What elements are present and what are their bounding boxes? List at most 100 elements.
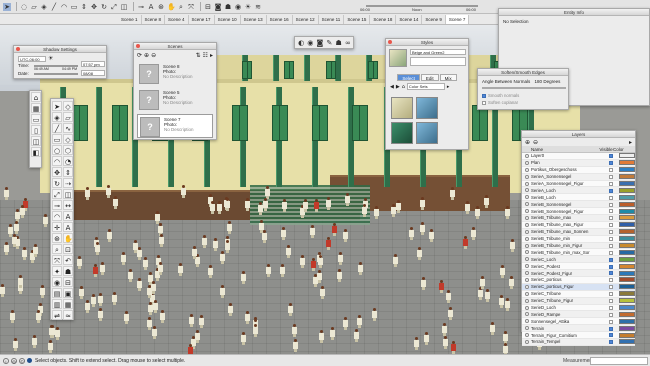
active-layer-radio[interactable] — [525, 236, 529, 241]
checkbox[interactable] — [609, 223, 613, 228]
section-fill-icon[interactable]: ◐ — [298, 39, 304, 47]
zoom-extents-icon[interactable]: ⤧ — [52, 255, 62, 265]
sun-time-slider[interactable]: 06:00 Noon 06:00 — [356, 2, 484, 12]
section-plane-icon[interactable]: ⊟ — [63, 277, 73, 287]
toggle-shadows-icon[interactable]: ☀ — [48, 55, 53, 62]
follow-me-icon[interactable]: ⇢ — [63, 178, 73, 188]
layer-visible-checkbox[interactable] — [605, 202, 619, 207]
details-icon[interactable]: ▸ — [210, 52, 213, 59]
walk-icon[interactable]: ☗ — [224, 3, 232, 11]
layer-color-swatch[interactable] — [619, 318, 635, 324]
layer-visible-checkbox[interactable] — [605, 277, 619, 283]
layer-visible-checkbox[interactable] — [605, 215, 619, 221]
tape-icon[interactable]: ⊸ — [52, 200, 62, 210]
layer-visible-checkbox[interactable] — [605, 319, 619, 324]
previous-view-icon[interactable]: ↶ — [63, 255, 73, 265]
scale-icon[interactable]: ⤢ — [52, 189, 62, 199]
rectangle-icon[interactable]: ▭ — [52, 134, 62, 144]
text-icon[interactable]: A — [147, 3, 155, 11]
rotate-icon[interactable]: ↻ — [52, 178, 62, 188]
layer-row[interactable]: SerieB_Tribune_max_Sonnen — [522, 228, 635, 236]
layer-visible-checkbox[interactable] — [605, 257, 619, 262]
layer-row[interactable]: SerieB_Tribune_min — [522, 235, 635, 243]
checkbox[interactable] — [609, 319, 613, 324]
rotate-icon[interactable]: ↻ — [100, 3, 108, 11]
layer-row[interactable]: SerieB_Loch — [522, 194, 635, 202]
line-icon[interactable]: ╱ — [50, 3, 58, 11]
date-slider[interactable] — [34, 73, 78, 75]
checkbox[interactable] — [609, 216, 613, 221]
checkbox[interactable] — [609, 333, 613, 338]
arc-icon[interactable]: ◠ — [52, 156, 62, 166]
layer-row[interactable]: Layer0 — [522, 153, 635, 160]
pie-icon[interactable]: ◔ — [63, 156, 73, 166]
layer-row[interactable]: SerieB_Tribune_min_Figur — [522, 242, 635, 250]
offset-icon[interactable]: ◫ — [63, 189, 73, 199]
move-icon[interactable]: ✥ — [90, 3, 98, 11]
active-layer-radio[interactable] — [525, 298, 529, 303]
active-layer-radio[interactable] — [525, 209, 529, 214]
active-layer-radio[interactable] — [525, 174, 529, 179]
close-icon[interactable] — [388, 40, 392, 44]
scale-icon[interactable]: ⤢ — [110, 3, 118, 11]
checkbox[interactable] — [609, 230, 613, 235]
checkbox[interactable] — [609, 174, 613, 179]
active-layer-radio[interactable] — [525, 215, 529, 220]
back-view-icon[interactable]: ◫ — [31, 136, 41, 146]
angle-slider[interactable] — [482, 87, 566, 89]
checkbox[interactable] — [609, 285, 613, 290]
move-up-icon[interactable]: ⇅ — [196, 52, 201, 59]
layer-row[interactable]: SerieA_Sonnensegel — [522, 173, 635, 181]
checkbox[interactable] — [609, 326, 613, 331]
layer-row[interactable]: Plan — [522, 159, 635, 167]
checkbox[interactable] — [609, 243, 613, 248]
component-icon[interactable]: ◇ — [63, 101, 73, 111]
soften-coplanar-option[interactable]: Soften coplanar — [482, 100, 518, 105]
active-layer-radio[interactable] — [525, 243, 529, 248]
layer-visible-checkbox[interactable] — [605, 167, 619, 173]
layer-visible-checkbox[interactable] — [605, 333, 619, 338]
layer-row[interactable]: SerieC_Tribune — [522, 290, 635, 298]
active-layer-radio[interactable] — [525, 202, 529, 207]
layer-row[interactable]: SerieC_Podest — [522, 263, 635, 271]
protractor-icon[interactable]: ◠ — [52, 211, 62, 221]
layer-row[interactable]: Terrain_Figur_Comitium — [522, 332, 635, 340]
zoom-icon[interactable]: ⌕ — [52, 244, 62, 254]
tab-select[interactable]: Select — [397, 74, 420, 81]
tab-scene[interactable]: Scene 4 — [165, 14, 189, 24]
layer-color-swatch[interactable] — [619, 160, 635, 166]
checkbox[interactable] — [609, 305, 613, 310]
active-layer-radio[interactable] — [525, 319, 529, 324]
layer-color-swatch[interactable] — [619, 277, 635, 283]
pan-icon[interactable]: ✋ — [167, 3, 176, 11]
tab-scene[interactable]: Scene 17 — [189, 14, 215, 24]
polygon-icon[interactable]: ⬡ — [63, 145, 73, 155]
layer-visible-checkbox[interactable] — [605, 298, 619, 303]
active-layer-radio[interactable] — [525, 229, 529, 234]
layer-row[interactable]: Terrain_Tempel — [522, 339, 635, 346]
tab-scene[interactable]: Scene 16 — [267, 14, 293, 24]
active-layer-radio[interactable] — [525, 250, 529, 255]
col-color[interactable]: Color — [613, 146, 624, 152]
orbit-icon[interactable]: ⊛ — [52, 233, 62, 243]
layer-row[interactable]: SerieC_Podest_Figur — [522, 270, 635, 278]
left-view-icon[interactable]: ◧ — [31, 147, 41, 157]
home-icon[interactable]: ⌂ — [402, 84, 405, 90]
layer-row[interactable]: SerieD_Loch — [522, 304, 635, 312]
layer-color-swatch[interactable] — [619, 298, 635, 304]
layer-visible-checkbox[interactable] — [605, 326, 619, 331]
checkbox[interactable] — [609, 264, 613, 269]
tab-scene[interactable]: Scene 9 — [422, 14, 446, 24]
scene-list-item-selected[interactable]: ? Scene 7 Photo: No Description — [137, 114, 213, 138]
paint-bucket-icon[interactable]: ◈ — [40, 3, 48, 11]
layer-visible-checkbox[interactable] — [605, 222, 619, 228]
active-layer-radio[interactable] — [525, 284, 529, 289]
pan-icon[interactable]: ✋ — [63, 233, 73, 243]
layer-row[interactable]: Sonnensegel_Attika — [522, 318, 635, 326]
tab-scene[interactable]: Scene 12 — [293, 14, 319, 24]
details-icon[interactable]: ▸ — [629, 139, 632, 146]
col-name[interactable]: Name — [525, 146, 599, 152]
section-icon[interactable]: ⊟ — [204, 3, 212, 11]
zoom-window-icon[interactable]: ⊡ — [63, 244, 73, 254]
layer-color-swatch[interactable] — [619, 208, 635, 214]
